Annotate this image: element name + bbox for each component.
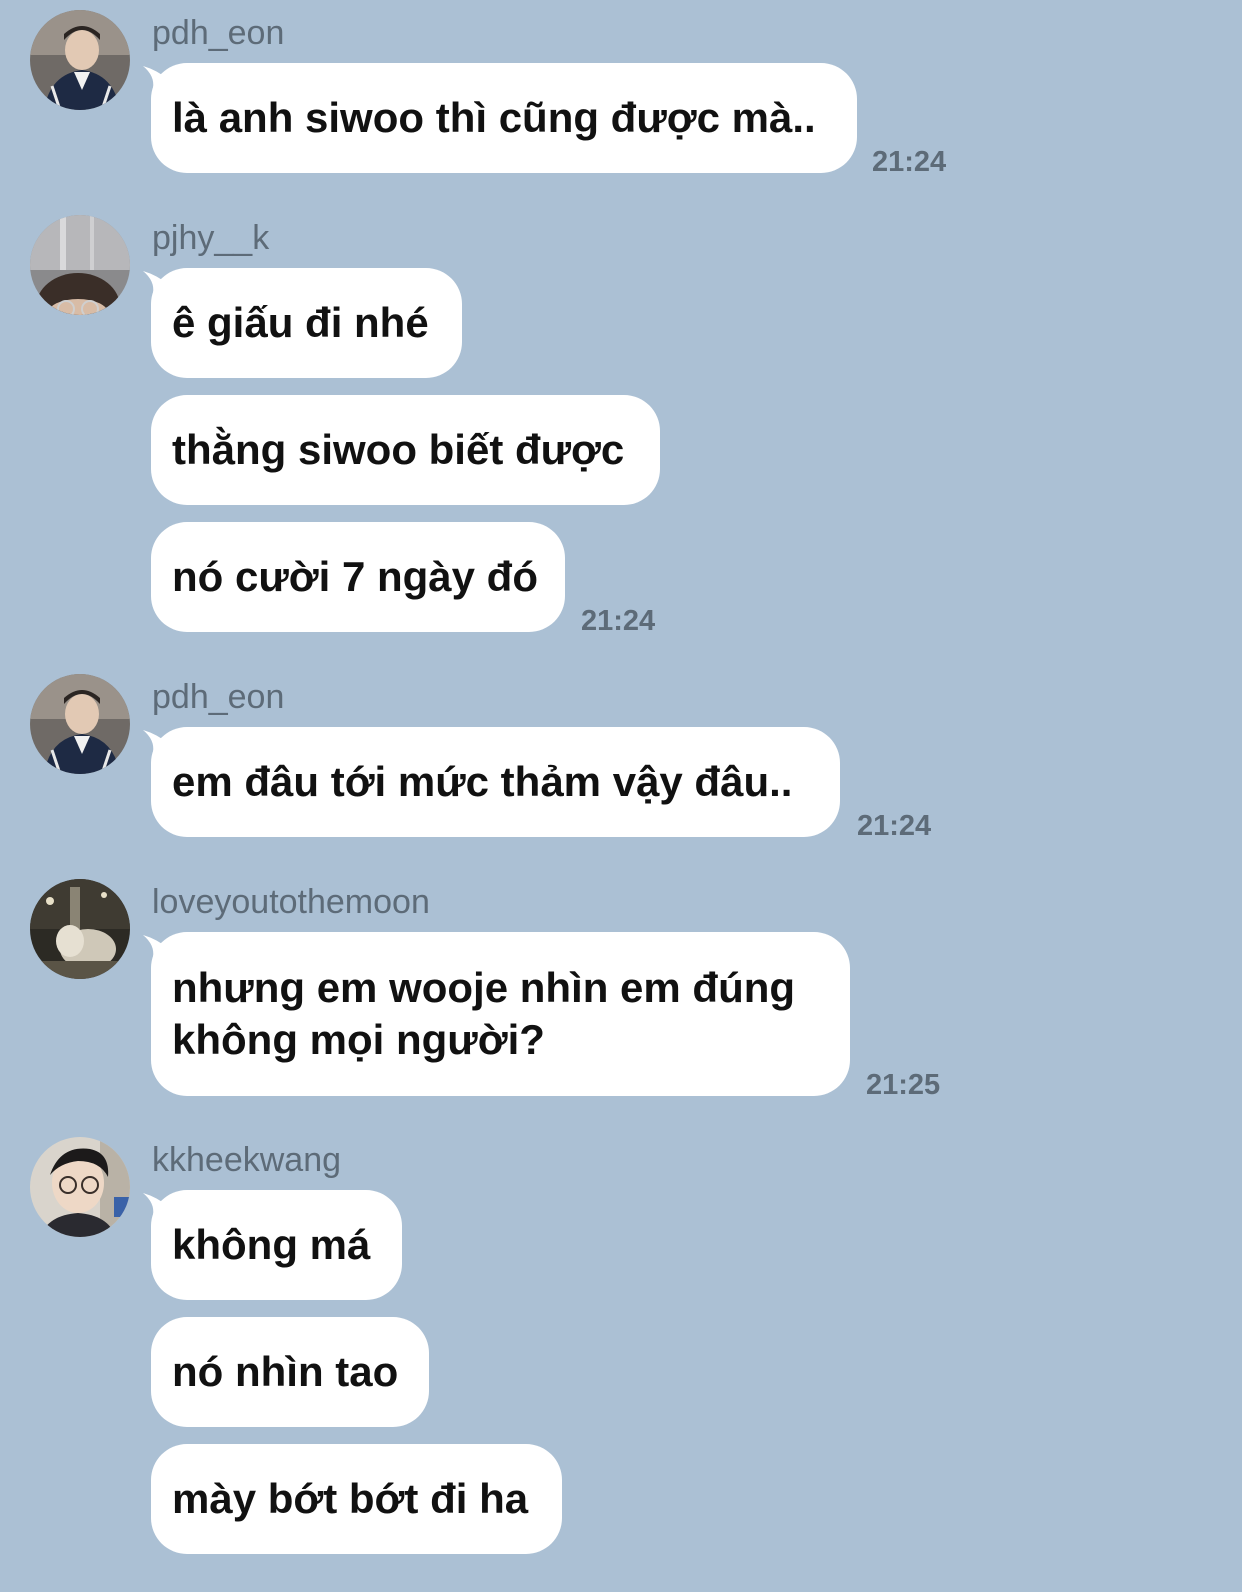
avatar[interactable] (30, 879, 130, 979)
message-bubble[interactable]: ê giấu đi nhé (151, 268, 462, 378)
message-bubble[interactable]: em đâu tới mức thảm vậy đâu.. (151, 727, 840, 837)
message-bubble[interactable]: nó cười 7 ngày đó (151, 522, 565, 632)
message-bubble[interactable]: mày bớt bớt đi ha (151, 1444, 562, 1554)
message-bubble[interactable]: nó nhìn tao (151, 1317, 429, 1427)
message-timestamp: 21:24 (581, 605, 656, 637)
sender-name: loveyoutothemoon (152, 883, 430, 921)
sender-name: pdh_eon (152, 14, 285, 52)
sender-name: pdh_eon (152, 678, 285, 716)
sender-name: kkheekwang (152, 1141, 342, 1179)
message-bubble[interactable]: nhưng em wooje nhìn em đúng không mọi ng… (151, 932, 850, 1096)
chat-thread: pdh_eon là anh siwoo thì cũng được mà.. … (0, 0, 1242, 1592)
message-bubble[interactable]: là anh siwoo thì cũng được mà.. (151, 63, 857, 173)
message-bubble[interactable]: thằng siwoo biết được (151, 395, 660, 505)
avatar[interactable] (30, 674, 130, 774)
avatar[interactable] (30, 1137, 130, 1237)
message-timestamp: 21:24 (872, 146, 947, 178)
sender-name: pjhy__k (152, 219, 270, 257)
message-timestamp: 21:25 (866, 1069, 941, 1101)
message-timestamp: 21:24 (857, 810, 932, 842)
message-bubble[interactable]: không má (151, 1190, 402, 1300)
avatar[interactable] (30, 215, 130, 315)
avatar[interactable] (30, 10, 130, 110)
